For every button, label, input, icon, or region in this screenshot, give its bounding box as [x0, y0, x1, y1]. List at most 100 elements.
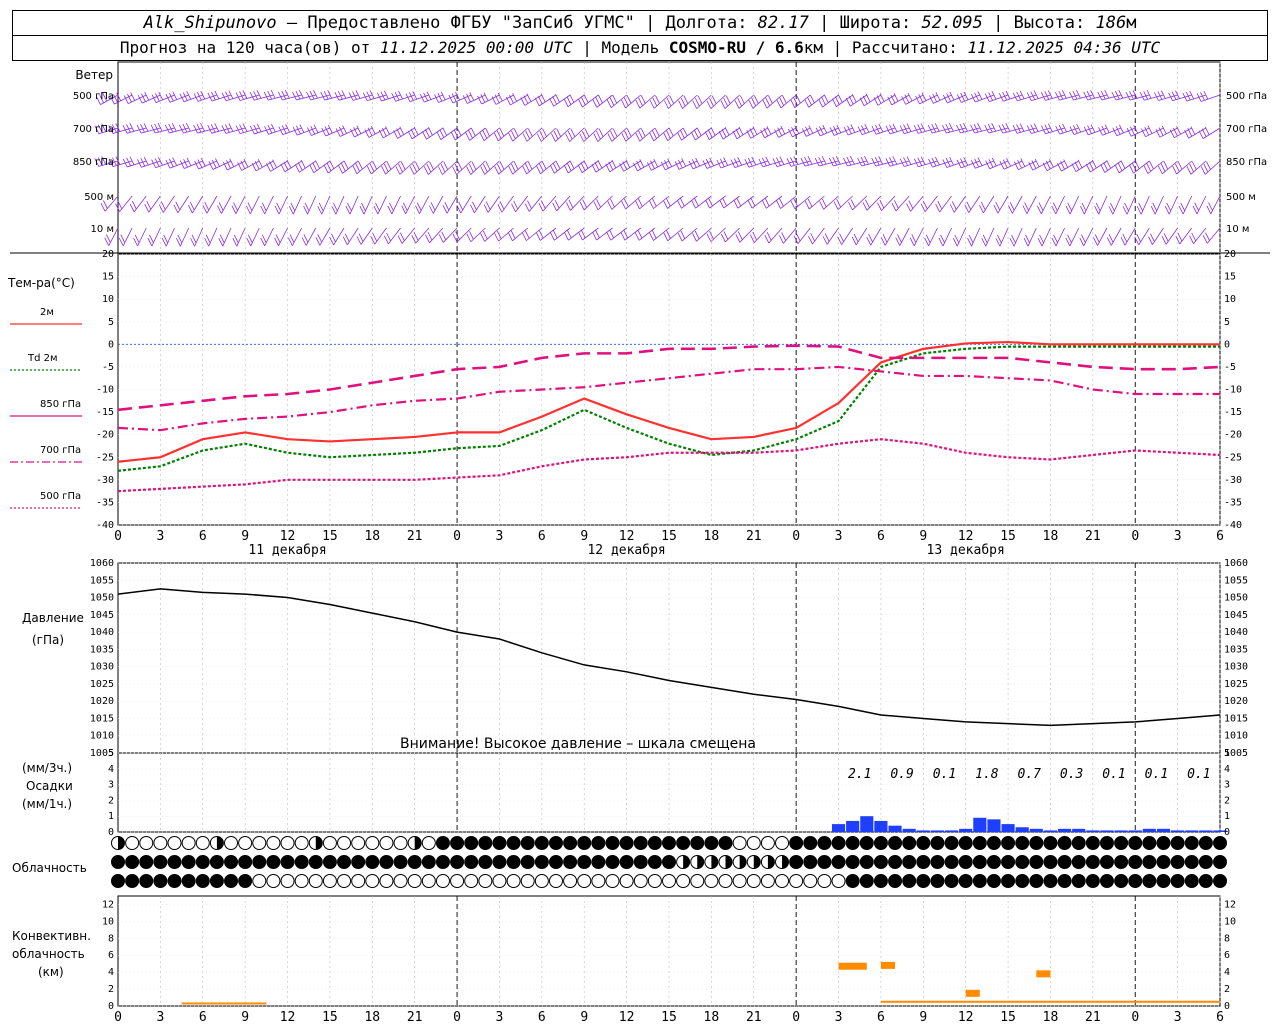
wind-barb-feather: [323, 164, 329, 174]
precip-total-label: 0.3: [1060, 767, 1083, 782]
wind-barb-feather: [513, 128, 519, 137]
y-tick-label-left: -35: [96, 497, 114, 508]
cloud-cover-symbol: [478, 855, 493, 869]
x-tick-label-bottom: 6: [538, 1010, 546, 1024]
x-tick-label-bottom: 0: [1131, 1010, 1139, 1024]
wind-barb-feather: [860, 156, 866, 166]
wind-barb-feather: [272, 159, 277, 168]
wind-barb-staff: [363, 195, 373, 215]
wind-barb-feather: [667, 158, 673, 167]
cloud-cover-symbol: [435, 855, 450, 869]
x-tick-label-bottom: 21: [746, 1010, 762, 1024]
wind-barb-feather: [426, 163, 432, 173]
y-tick-label-right: 15: [1224, 272, 1236, 283]
wind-barb-feather: [550, 165, 555, 174]
wind-barb-feather: [776, 200, 781, 209]
cloud-cover-symbol: [817, 874, 832, 888]
cloud-cover-symbol: [1029, 855, 1044, 869]
wind-barb-staff: [725, 227, 740, 243]
cloud-cover-symbol: [181, 836, 196, 850]
wind-level-label-right: 500 гПа: [1226, 91, 1267, 102]
cloud-cover-symbol: [238, 874, 253, 888]
wind-barb-staff: [377, 195, 387, 215]
wind-barb-feather: [1019, 123, 1025, 132]
wind-barb-feather: [1049, 159, 1054, 168]
wind-barb-feather: [1061, 90, 1067, 99]
cloud-cover-half: [216, 836, 224, 850]
wind-barb-staff: [553, 94, 571, 107]
wind-barb-feather: [807, 96, 812, 106]
wind-barb-staff: [1168, 195, 1178, 215]
wind-barb-feather: [595, 229, 600, 239]
wind-barb-feather: [678, 159, 683, 169]
wind-barb-feather: [1022, 205, 1028, 214]
wind-barb-feather: [649, 200, 654, 209]
wind-barb-feather: [1157, 165, 1163, 175]
wind-barb-staff: [855, 227, 868, 246]
wind-barb-staff: [426, 127, 444, 140]
wind-barb-feather: [513, 161, 519, 170]
y-tick-label-right: -20: [1224, 430, 1242, 441]
wind-barb-feather: [638, 130, 643, 139]
cloud-cover-symbol: [280, 874, 295, 888]
cloud-cover-symbol: [294, 855, 309, 869]
cloud-cover-symbol: [252, 855, 267, 869]
precip-bar: [930, 830, 944, 832]
wind-barb-staff: [221, 195, 232, 214]
y-tick-label-right: 1025: [1224, 679, 1248, 690]
x-tick-label-bottom: 21: [1085, 1010, 1101, 1024]
cloud-cover-symbol: [1128, 874, 1143, 888]
wind-barb-feather: [566, 229, 572, 239]
cloud-cover-symbol: [1184, 836, 1199, 850]
wind-barb-feather: [423, 166, 429, 175]
wind-barb-feather: [1189, 163, 1194, 173]
cloud-cover-symbol: [888, 836, 903, 850]
wind-barb-staff: [515, 195, 529, 213]
x-tick-label-bottom: 0: [114, 1010, 122, 1024]
cloud-cover-symbol: [224, 855, 239, 869]
cloud-cover-symbol: [379, 836, 394, 850]
wind-barb-feather: [723, 97, 728, 107]
wind-barb-feather: [766, 126, 772, 135]
wind-barb-feather: [555, 160, 561, 170]
wind-barb-feather: [584, 128, 590, 137]
cloud-cover-symbol: [662, 874, 676, 888]
wind-barb-staff: [208, 227, 218, 247]
x-tick-label-top: 18: [1043, 529, 1059, 544]
wind-level-label-left: 850 гПа: [73, 157, 114, 168]
cloud-cover-symbol: [548, 855, 563, 869]
cloud-cover-symbol: [633, 836, 648, 850]
cloud-cover-symbol: [421, 874, 436, 888]
wind-barb-feather: [1009, 202, 1015, 211]
wind-barb-feather: [635, 200, 640, 210]
wind-barb-feather: [610, 130, 615, 140]
wind-barb-feather: [196, 123, 202, 133]
wind-barb-feather: [845, 98, 851, 107]
wind-barb-feather: [796, 94, 801, 104]
wind-barb-feather: [808, 235, 813, 245]
wind-barb-feather: [804, 99, 810, 108]
cloud-cover-symbol: [478, 874, 493, 888]
wind-barb-feather: [987, 123, 993, 133]
cloud-cover-symbol: [888, 874, 903, 888]
wind-barb-staff: [227, 160, 246, 171]
wind-barb-feather: [851, 94, 857, 103]
wind-barb-feather: [1119, 124, 1124, 134]
wind-barb-feather: [429, 161, 434, 170]
wind-barb-staff: [939, 195, 952, 213]
cloud-cover-symbol: [195, 874, 210, 888]
wind-barb-staff: [1112, 195, 1122, 215]
wind-barb-feather: [664, 100, 669, 109]
wind-barb-feather: [508, 232, 513, 242]
cloud-cover-symbol: [859, 874, 874, 888]
convective-bar: [1036, 970, 1051, 978]
precip-bar: [1128, 830, 1142, 832]
y-tick-label-left: 1025: [90, 679, 114, 690]
wind-barb-feather: [973, 123, 979, 133]
wind-barb-staff: [307, 195, 317, 215]
convective-bar: [181, 1002, 267, 1005]
wind-barb-feather: [399, 232, 405, 241]
wind-barb-feather: [663, 132, 669, 141]
y-tick-label-left: 20: [102, 249, 114, 260]
wind-barb-staff: [206, 195, 218, 214]
